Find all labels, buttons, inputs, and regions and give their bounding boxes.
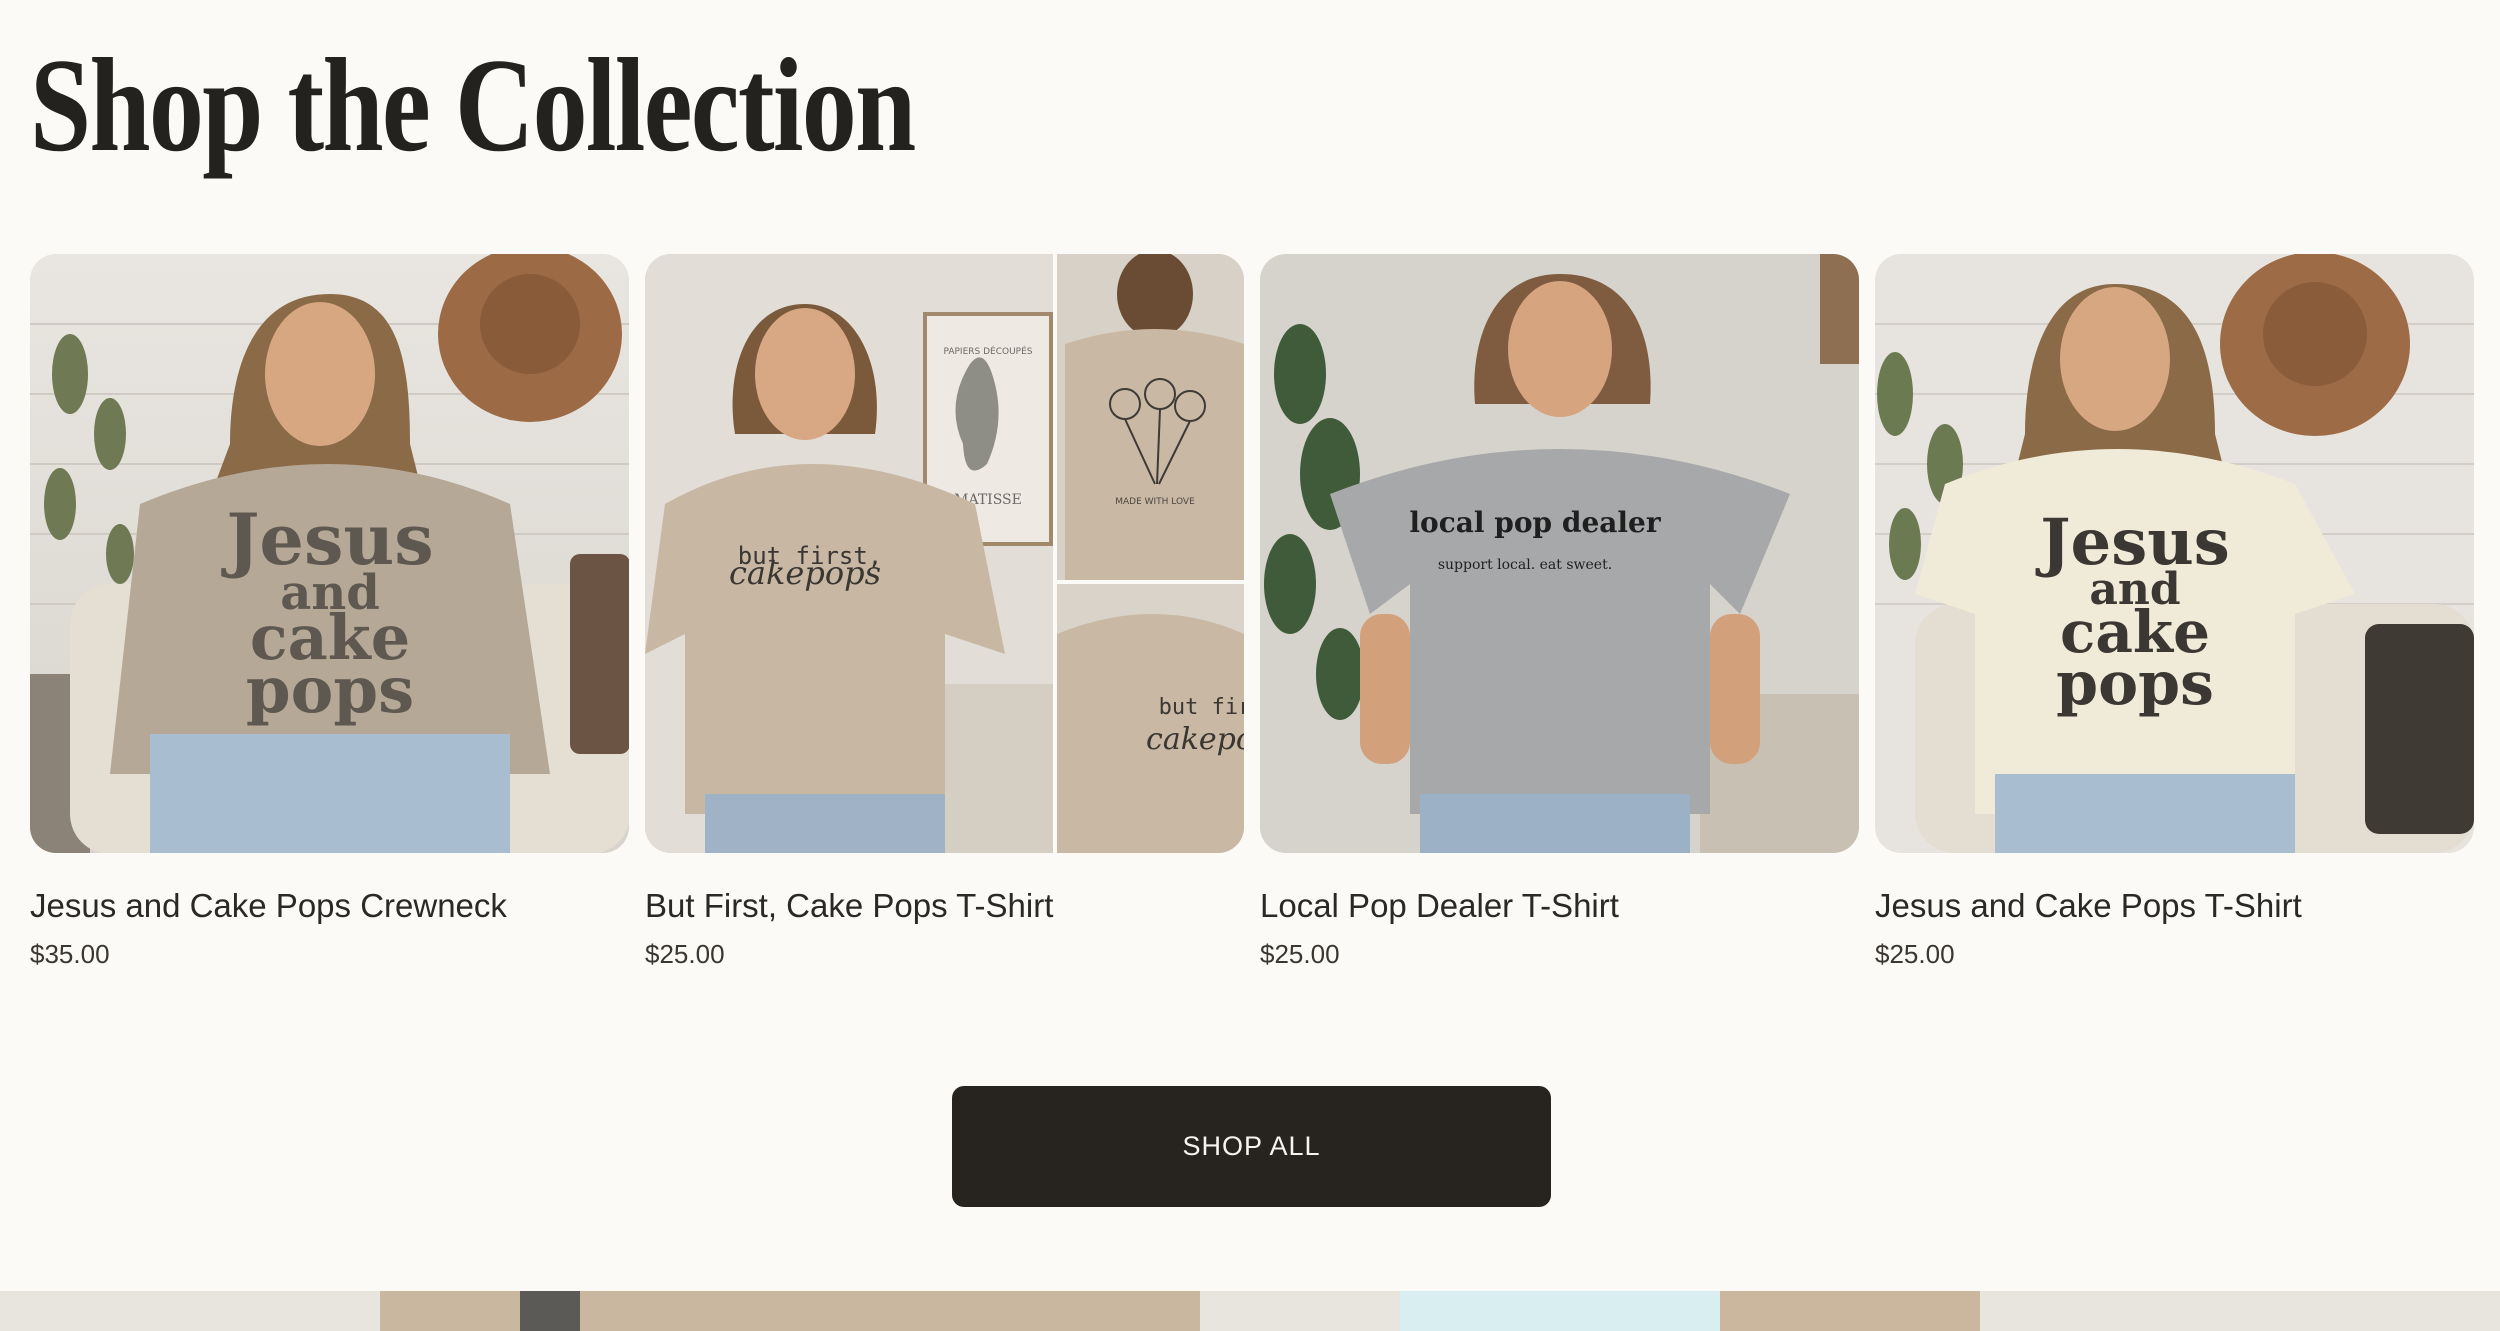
tshirt-photo-icon: local pop dealer support local. eat swee… xyxy=(1260,254,1859,853)
product-name[interactable]: Local Pop Dealer T-Shirt xyxy=(1260,885,1859,927)
print-line: cakepops xyxy=(729,554,881,592)
product-card[interactable]: local pop dealer support local. eat swee… xyxy=(1260,254,1859,971)
product-price: $25.00 xyxy=(1875,939,1955,969)
product-price: $25.00 xyxy=(1260,939,1340,969)
product-grid: Jesus and cake pops Jesus and Cake Pops … xyxy=(30,254,2474,971)
print-line: but fir xyxy=(1159,695,1244,720)
section-title: Shop the Collection xyxy=(30,31,916,179)
product-name[interactable]: Jesus and Cake Pops Crewneck xyxy=(30,885,629,927)
crewneck-photo-icon: Jesus and cake pops xyxy=(30,254,629,853)
product-price: $35.00 xyxy=(30,939,110,969)
print-line: pops xyxy=(2056,649,2214,719)
product-name[interactable]: But First, Cake Pops T-Shirt xyxy=(645,885,1244,927)
shop-all-button[interactable]: SHOP ALL xyxy=(952,1086,1551,1207)
print-line: pops xyxy=(246,653,414,728)
product-image[interactable]: Jesus and cake pops xyxy=(30,254,629,853)
back-print: MADE WITH LOVE xyxy=(1115,497,1195,507)
product-image[interactable]: PAPIERS DÉCOUPÉS MATISSE but first, cake… xyxy=(645,254,1244,853)
print-line: support local. eat sweet. xyxy=(1438,557,1612,573)
product-price: $25.00 xyxy=(645,939,725,969)
product-card[interactable]: Jesus and cake pops Jesus and Cake Pops … xyxy=(1875,254,2474,971)
product-card[interactable]: PAPIERS DÉCOUPÉS MATISSE but first, cake… xyxy=(645,254,1244,971)
poster-caption: PAPIERS DÉCOUPÉS xyxy=(943,345,1032,357)
product-name[interactable]: Jesus and Cake Pops T-Shirt xyxy=(1875,885,2474,927)
print-line: cakepo xyxy=(1146,722,1244,757)
banner-photo-icon xyxy=(0,1291,2500,1331)
product-image[interactable]: Jesus and cake pops xyxy=(1875,254,2474,853)
print-line: local pop dealer xyxy=(1409,506,1661,539)
product-image[interactable]: local pop dealer support local. eat swee… xyxy=(1260,254,1859,853)
next-section-banner-image xyxy=(0,1291,2500,1331)
tshirt-photo-icon: Jesus and cake pops xyxy=(1875,254,2474,853)
tshirt-collage-photo-icon: PAPIERS DÉCOUPÉS MATISSE but first, cake… xyxy=(645,254,1244,853)
product-card[interactable]: Jesus and cake pops Jesus and Cake Pops … xyxy=(30,254,629,971)
